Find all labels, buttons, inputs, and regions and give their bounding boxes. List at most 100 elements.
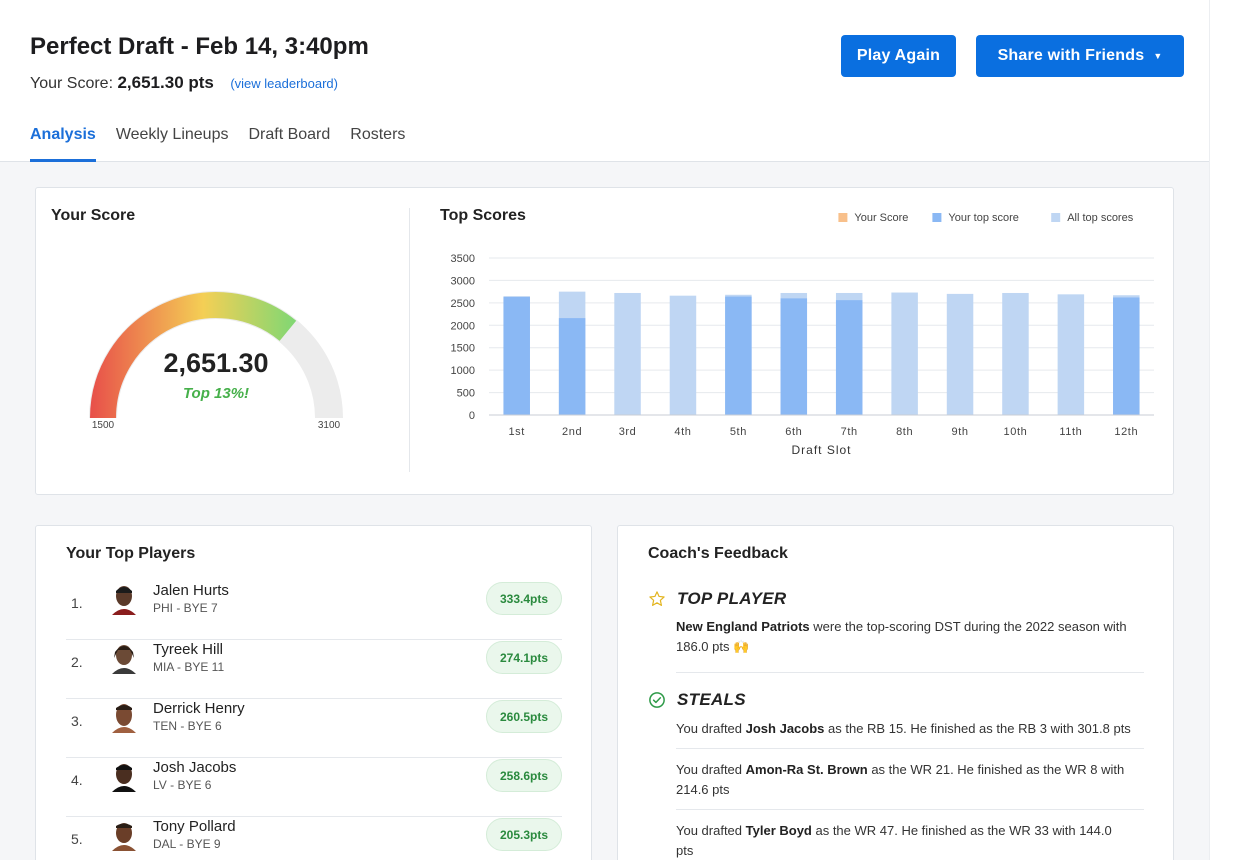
legend-label: Your top score — [948, 212, 1019, 224]
player-name: Josh Jacobs — [153, 759, 237, 776]
x-tick-label: 12th — [1114, 426, 1138, 438]
player-row[interactable]: 2. Tyreek Hill MIA - BYE 11 274.1pts — [66, 640, 562, 699]
bar-your-top-score — [780, 298, 808, 415]
play-again-label: Play Again — [856, 47, 941, 64]
card-divider — [409, 208, 410, 472]
gauge-score-value: 2,651.30 — [163, 348, 268, 378]
coach-feedback-card: Coach's Feedback TOP PLAYER New England … — [617, 525, 1174, 860]
player-name: Tyreek Hill — [153, 641, 224, 658]
player-avatar — [112, 586, 136, 615]
steal-detail-cont: 214.6 pts — [676, 782, 730, 797]
legend-swatch — [932, 213, 942, 222]
player-points-badge: 258.6pts — [486, 759, 562, 792]
top-players-title: Your Top Players — [66, 545, 196, 562]
tab-rosters[interactable]: Rosters — [350, 126, 405, 162]
player-points-badge: 333.4pts — [486, 582, 562, 615]
tab-draft-board[interactable]: Draft Board — [248, 126, 330, 162]
bar-your-top-score — [725, 296, 752, 415]
bar-your-top-score — [835, 300, 863, 415]
player-avatar — [112, 645, 136, 674]
player-rank: 4. — [71, 772, 83, 788]
top-scores-chart: Your Score Your top score All top scores 0 5… — [451, 212, 1154, 457]
divider — [676, 672, 1144, 673]
steal-prefix: You drafted — [676, 762, 746, 777]
steal-item: You drafted Tyler Boyd as the WR 47. He … — [676, 821, 1144, 860]
player-row[interactable]: 4. Josh Jacobs LV - BYE 6 258.6pts — [66, 758, 562, 817]
tab-analysis[interactable]: Analysis — [30, 126, 96, 162]
y-tick-label: 1000 — [451, 365, 475, 377]
x-tick-label: 9th — [951, 426, 968, 438]
top-player-desc: were the top-scoring DST during the 2022… — [809, 619, 1127, 634]
x-tick-label: 10th — [1004, 426, 1028, 438]
divider — [676, 809, 1144, 810]
legend-label: Your Score — [854, 212, 908, 224]
your-score-title: Your Score — [51, 207, 136, 224]
player-name: Jalen Hurts — [153, 582, 229, 599]
players-list: 1. Jalen Hurts PHI - BYE 7 333.4pts 2. T… — [66, 581, 562, 860]
top-player-team: New England Patriots — [676, 619, 810, 634]
score-value: 2,651.30 pts — [117, 73, 214, 92]
player-rank: 5. — [71, 831, 83, 847]
steal-player: Josh Jacobs — [745, 721, 825, 736]
score-overview-card: Your Score 2,651.30 Top 13%! 1500 3100 T… — [35, 187, 1174, 495]
tab-bar: Analysis Weekly Lineups Draft Board Rost… — [30, 126, 425, 162]
x-tick-label: 8th — [896, 426, 913, 438]
steal-detail: as the WR 47. He finished as the WR 33 w… — [811, 823, 1112, 838]
player-points-badge: 274.1pts — [486, 641, 562, 674]
top-player-heading: TOP PLAYER — [677, 589, 787, 608]
player-name: Derrick Henry — [153, 700, 245, 717]
player-name: Tony Pollard — [153, 818, 236, 835]
legend-label: All top scores — [1067, 212, 1134, 224]
play-again-button[interactable]: Play Again — [841, 35, 956, 77]
bar-all-top-score — [891, 292, 918, 415]
steals-section-head: STEALS — [648, 690, 746, 710]
steal-item: You drafted Amon-Ra St. Brown as the WR … — [676, 760, 1144, 800]
player-points-badge: 260.5pts — [486, 700, 562, 733]
x-tick-label: 5th — [730, 426, 747, 438]
x-tick-label: 11th — [1059, 426, 1082, 438]
player-avatar — [112, 764, 136, 792]
y-tick-label: 500 — [457, 388, 475, 400]
steal-prefix: You drafted — [676, 721, 746, 736]
top-players-card: Your Top Players 1. Jalen Hurts PHI - BY… — [35, 525, 592, 860]
right-gutter — [1209, 0, 1250, 860]
view-leaderboard-link[interactable]: (view leaderboard) — [230, 76, 338, 91]
player-avatar — [112, 823, 136, 851]
player-row[interactable]: 5. Tony Pollard DAL - BYE 9 205.3pts — [66, 817, 562, 860]
coach-feedback-title: Coach's Feedback — [648, 545, 788, 562]
gauge-max-label: 3100 — [318, 420, 341, 431]
x-tick-label: 7th — [841, 426, 858, 438]
bar-all-top-score — [946, 293, 974, 415]
check-circle-icon — [649, 692, 665, 708]
steal-prefix: You drafted — [676, 823, 746, 838]
x-tick-label: 2nd — [562, 426, 582, 438]
player-rank: 1. — [71, 595, 83, 611]
page-title: Perfect Draft - Feb 14, 3:40pm — [30, 33, 369, 60]
player-avatar — [112, 704, 136, 733]
player-team-bye: PHI - BYE 7 — [153, 601, 218, 615]
y-tick-label: 0 — [469, 410, 475, 422]
x-tick-label: 6th — [785, 426, 802, 438]
player-row[interactable]: 3. Derrick Henry TEN - BYE 6 260.5pts — [66, 699, 562, 758]
x-tick-label: 1st — [508, 426, 524, 438]
x-axis-title: Draft Slot — [791, 443, 851, 457]
share-label: Share with Friends — [997, 47, 1145, 64]
steal-detail-cont: pts — [676, 843, 694, 858]
score-summary: Your Score: 2,651.30 pts (view leaderboa… — [30, 73, 338, 93]
tab-weekly-lineups[interactable]: Weekly Lineups — [116, 126, 229, 162]
steal-detail: as the WR 21. He finished as the WR 8 wi… — [867, 762, 1125, 777]
player-rank: 3. — [71, 713, 83, 729]
x-tick-label: 4th — [674, 426, 691, 438]
steal-item: You drafted Josh Jacobs as the RB 15. He… — [676, 719, 1144, 739]
bar-your-top-score — [1113, 297, 1140, 415]
score-gauge: 2,651.30 Top 13%! 1500 3100 — [89, 291, 343, 431]
top-player-text: New England Patriots were the top-scorin… — [676, 617, 1144, 657]
share-with-friends-button[interactable]: Share with Friends ▼ — [976, 35, 1184, 77]
bar-your-top-score — [503, 297, 530, 415]
gauge-top-percent: Top 13%! — [183, 385, 249, 402]
bar-all-top-score — [669, 295, 697, 415]
legend-swatch — [838, 213, 848, 222]
player-row[interactable]: 1. Jalen Hurts PHI - BYE 7 333.4pts — [66, 581, 562, 640]
legend-swatch — [1051, 213, 1061, 222]
y-tick-label: 3500 — [451, 253, 475, 265]
